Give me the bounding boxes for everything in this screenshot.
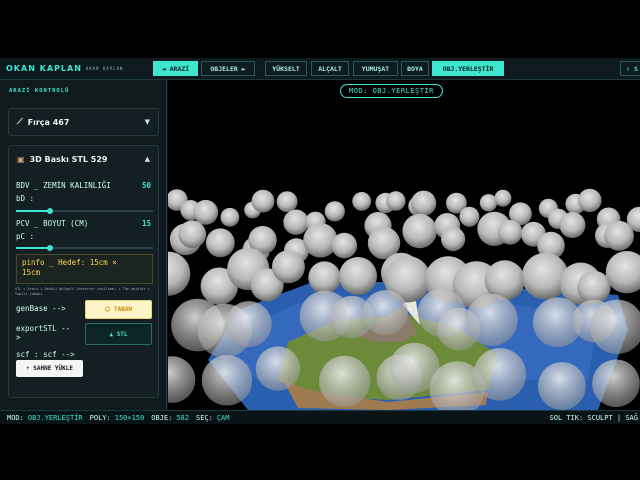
cloud-puff (205, 228, 235, 258)
cloud-puff (168, 251, 191, 296)
status-poly-value: 150×150 (114, 413, 145, 422)
cloud-puff (578, 188, 602, 213)
cloud-puff (225, 301, 272, 348)
cloud-puff (283, 209, 309, 235)
generate-base-button[interactable]: ⬡ TABAN (85, 300, 152, 319)
cloud-puff (193, 199, 219, 225)
brand-subtitle: OKAN KAPLAN (85, 66, 124, 71)
info-line-1: pinfo _ Hedef: 15cm × (22, 258, 117, 267)
stl-card: ▣ 3D Baskı STL 529 ▲ BDV _ ZEMİN KALINLI… (8, 145, 159, 398)
top-toolbar: OKAN KAPLAN OKAN KAPLAN ◄ ARAZİ OBJELER … (0, 58, 640, 80)
objects-nav-button[interactable]: OBJELER ► (201, 61, 255, 76)
status-object-key: OBJE: (151, 413, 173, 422)
cloud-puff (402, 213, 437, 249)
chevron-up-icon[interactable]: ▲ (145, 155, 150, 163)
stl-card-label: 3D Baskı STL 529 (29, 154, 108, 164)
status-mode-value: OBJ.YERLEŞTİR (27, 413, 83, 422)
cloud-puff (411, 190, 437, 216)
3d-viewport[interactable]: MOD: OBJ.YERLEŞTİR (168, 80, 640, 410)
brush-card-label: Fırça 467 (27, 117, 70, 127)
cloud-puff (271, 250, 305, 284)
size-slider[interactable] (16, 245, 153, 251)
cloud-puff (459, 206, 480, 227)
info-line-2: 15cm (22, 268, 41, 277)
export-label: exportSTL -- > (16, 324, 70, 342)
panel-title: ARAZİ KONTROLÜ (9, 88, 70, 94)
brand-logo: OKAN KAPLAN (6, 64, 82, 73)
box-icon: ▣ (17, 154, 25, 164)
size-label: PCV _ BOYUT (CM) (16, 219, 89, 228)
brush-icon: ⟋ (17, 117, 23, 126)
cloud-puff (559, 212, 586, 238)
cloud-puff (494, 189, 512, 207)
cloud-puff (331, 232, 358, 259)
cloud-puff (276, 191, 298, 212)
cloud-puff (201, 355, 253, 406)
status-poly-key: POLY: (89, 413, 111, 422)
cloud-puff (604, 220, 634, 251)
cloud-puff (362, 290, 408, 336)
status-select-value: ÇAM (216, 413, 230, 422)
tool-raise-button[interactable]: YÜKSELT (265, 61, 307, 76)
cloud-puff (386, 191, 406, 211)
status-select-key: SEÇ: (195, 413, 213, 422)
chevron-down-icon[interactable]: ▼ (145, 118, 150, 126)
status-hint: SOL TIK: SCULPT | SAĞ (549, 413, 638, 422)
base-thickness-label: BDV _ ZEMİN KALINLIĞI (16, 181, 111, 190)
slider-fill (16, 210, 51, 212)
stl-card-header[interactable]: ▣ 3D Baskı STL 529 ▲ (9, 146, 158, 172)
tool-smooth-button[interactable]: YUMUŞAT (353, 61, 398, 76)
cloud-puff (352, 192, 372, 211)
cloud-puff (538, 362, 586, 410)
tool-paint-button[interactable]: BOYA (401, 61, 429, 76)
status-bar: MOD: OBJ.YERLEŞTİR POLY: 150×150 OBJE: 5… (0, 410, 640, 424)
cloud-puff (303, 223, 338, 258)
cloud-puff (178, 220, 207, 249)
export-label-line-1: exportSTL -- (16, 324, 71, 333)
cloud-puff (497, 220, 523, 245)
cloud-puff (168, 356, 196, 403)
cloud-puff (255, 346, 301, 391)
size-sub: pC : (16, 232, 35, 241)
mode-indicator: MOD: OBJ.YERLEŞTİR (340, 84, 443, 98)
genbase-label: genBase --> (16, 304, 66, 313)
app-window: OKAN KAPLAN OKAN KAPLAN ◄ ARAZİ OBJELER … (0, 58, 640, 424)
size-value: 15 (141, 219, 151, 228)
base-thickness-sub: bD : (16, 194, 35, 203)
save-button[interactable]: ⇩ S (620, 61, 640, 76)
stl-description: STL = Arazi + Renkli gölgeli (herorter t… (15, 287, 150, 296)
slider-fill (16, 247, 51, 249)
status-mode-key: MOD: (7, 413, 24, 422)
tool-place-object-button[interactable]: OBJ.YERLEŞTİR (432, 61, 504, 76)
info-box: pinfo _ Hedef: 15cm × 15cm (16, 254, 153, 284)
cloud-puff (324, 201, 345, 222)
cloud-layer (168, 188, 640, 410)
cloud-puff (605, 251, 640, 294)
scf-label: scf : scf --> (16, 350, 75, 359)
terrain-control-panel: ARAZİ KONTROLÜ ⟋ Fırça 467 ▼ ▣ 3D Baskı … (0, 80, 167, 410)
base-thickness-slider[interactable] (16, 208, 153, 214)
terrain-nav-button[interactable]: ◄ ARAZİ (153, 61, 198, 76)
cloud-puff (441, 226, 466, 252)
brush-card[interactable]: ⟋ Fırça 467 ▼ (8, 108, 159, 136)
base-thickness-value: 50 (141, 181, 151, 190)
cloud-puff (319, 355, 371, 407)
load-scene-button[interactable]: ⇡ SAHNE YÜKLE (16, 360, 83, 377)
cloud-puff (577, 270, 611, 304)
cloud-puff (220, 207, 240, 227)
cloud-puff (339, 257, 377, 295)
status-object-value: 582 (176, 413, 189, 422)
cloud-puff (592, 359, 640, 408)
tool-lower-button[interactable]: ALÇALT (311, 61, 349, 76)
cloud-puff (473, 348, 527, 401)
export-label-line-2: > (16, 333, 21, 342)
export-stl-button[interactable]: ▲ STL (85, 323, 152, 345)
cloud-puff (251, 189, 275, 213)
cloud-puff (308, 261, 341, 294)
slider-knob[interactable] (47, 245, 54, 251)
cloud-puff (465, 294, 518, 346)
slider-knob[interactable] (47, 208, 54, 214)
